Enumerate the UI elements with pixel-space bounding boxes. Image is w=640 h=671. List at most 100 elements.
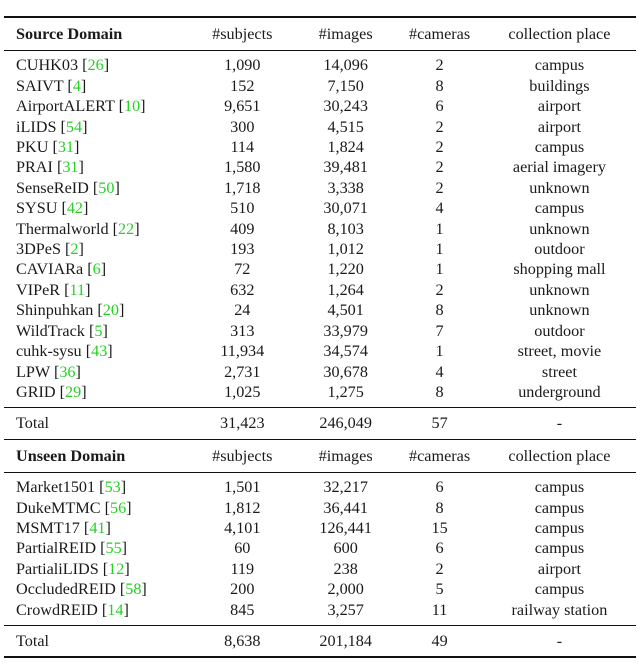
collection-place-cell: campus <box>534 138 585 157</box>
subjects-cell: 313 <box>230 321 255 340</box>
citation-link[interactable]: 55 <box>105 539 121 557</box>
citation-link[interactable]: 31 <box>58 138 74 156</box>
citation-link[interactable]: 53 <box>105 478 121 496</box>
dataset-statistics-table: Source Domain #subjects #images #cameras… <box>4 16 636 659</box>
citation-link[interactable]: 31 <box>62 158 78 176</box>
collection-place-cell: campus <box>534 518 585 537</box>
cameras-cell: 2 <box>435 178 444 197</box>
total-label: Total <box>4 407 190 440</box>
images-cell: 238 <box>333 559 358 578</box>
citation-link[interactable]: 58 <box>125 580 141 598</box>
subjects-cell: 24 <box>234 301 251 320</box>
collection-place-cell: railway station <box>511 600 608 619</box>
subjects-cell: 632 <box>230 280 255 299</box>
cameras-cell: 2 <box>435 138 444 157</box>
dataset-name: iLIDS <box>16 117 57 136</box>
collection-place-cell: underground <box>518 382 601 401</box>
citation-link[interactable]: 29 <box>65 383 81 401</box>
citation-link[interactable]: 20 <box>103 301 119 319</box>
collection-place-cell: campus <box>482 50 636 76</box>
dataset-name: DukeMTMC <box>16 498 101 517</box>
subjects-cell: 2,731 <box>224 362 261 381</box>
citation-link[interactable]: 50 <box>98 179 114 197</box>
citation-link[interactable]: 26 <box>88 56 104 74</box>
source-dataset-row: PRAI [31] 1,580 39,481 2 aerial imagery <box>4 157 636 177</box>
source-dataset-row: WildTrack [5] 313 33,979 7 outdoor <box>4 321 636 341</box>
source-dataset-row: cuhk-sysu [43] 11,934 34,574 1 street, movie <box>4 341 636 361</box>
images-cell: 3,257 <box>327 600 364 619</box>
images-cell: 600 <box>333 539 358 558</box>
subjects-cell: 1,718 <box>224 178 261 197</box>
collection-place-cell: unknown <box>529 178 590 197</box>
collection-place-cell: unknown <box>529 280 590 299</box>
dataset-name: 3DPeS <box>16 240 61 259</box>
citation-link[interactable]: 4 <box>73 77 81 95</box>
subjects-cell: 845 <box>230 600 255 619</box>
citation-link[interactable]: 12 <box>108 560 124 578</box>
images-cell: 14,096 <box>295 50 397 76</box>
subjects-cell: 510 <box>230 199 255 218</box>
images-cell: 4,501 <box>327 301 364 320</box>
collection-place-cell: outdoor <box>534 240 585 259</box>
total-subjects: 31,423 <box>189 407 295 440</box>
citation-link[interactable]: 41 <box>89 519 105 537</box>
dataset-name: OccludedREID <box>16 580 116 599</box>
dataset-name-cell: OccludedREID [58] <box>16 580 147 599</box>
dataset-name-cell: PRAI [31] <box>16 158 84 177</box>
total-cameras: 57 <box>396 407 483 440</box>
dataset-name-cell: PKU [31] <box>16 138 80 157</box>
cameras-header: #cameras <box>396 16 483 51</box>
total-images: 201,184 <box>295 624 397 659</box>
subjects-cell: 72 <box>234 260 251 279</box>
source-dataset-row: SAIVT [4] 152 7,150 8 buildings <box>4 76 636 96</box>
citation-link[interactable]: 36 <box>59 363 75 381</box>
citation-link[interactable]: 22 <box>118 220 134 238</box>
source-dataset-row: VIPeR [11] 632 1,264 2 unknown <box>4 280 636 300</box>
citation-link[interactable]: 42 <box>67 199 83 217</box>
images-cell: 30,071 <box>323 199 368 218</box>
source-dataset-row: SenseReID [50] 1,718 3,338 2 unknown <box>4 178 636 198</box>
citation-link[interactable]: 14 <box>107 601 123 619</box>
images-cell: 36,441 <box>323 498 368 517</box>
citation-link[interactable]: 5 <box>94 322 102 340</box>
citation-link[interactable]: 56 <box>110 499 126 517</box>
subjects-cell: 119 <box>230 559 255 578</box>
subjects-cell: 300 <box>230 117 255 136</box>
cameras-cell: 2 <box>435 158 444 177</box>
citation-link[interactable]: 2 <box>70 240 78 258</box>
source-dataset-row: 3DPeS [2] 193 1,012 1 outdoor <box>4 239 636 259</box>
images-cell: 126,441 <box>319 518 372 537</box>
source-dataset-row: CAVIARa [6] 72 1,220 1 shopping mall <box>4 259 636 279</box>
unseen-dataset-row: PartialiLIDS [12] 119 238 2 airport <box>4 559 636 579</box>
dataset-name: Market1501 <box>16 478 96 497</box>
dataset-name-cell: PartialiLIDS [12] <box>16 559 130 578</box>
collection-place-cell: shopping mall <box>513 260 606 279</box>
unseen-dataset-row: OccludedREID [58] 200 2,000 5 campus <box>4 579 636 599</box>
dataset-name: WildTrack <box>16 321 85 340</box>
cameras-cell: 8 <box>435 301 444 320</box>
citation-link[interactable]: 11 <box>70 281 86 299</box>
source-dataset-row: Thermalworld [22] 409 8,103 1 unknown <box>4 219 636 239</box>
subjects-cell: 11,934 <box>220 342 265 361</box>
cameras-cell: 5 <box>435 580 444 599</box>
subjects-header: #subjects <box>189 438 295 473</box>
subjects-cell: 9,651 <box>224 97 261 116</box>
citation-link[interactable]: 10 <box>124 97 140 115</box>
images-cell: 30,243 <box>323 97 368 116</box>
citation-link[interactable]: 54 <box>66 118 82 136</box>
dataset-name: SenseReID <box>16 178 89 197</box>
dataset-name: SAIVT <box>16 76 64 95</box>
dataset-name: AirportALERT <box>16 97 115 116</box>
unseen-total-row: Total 8,638 201,184 49 - <box>4 624 636 659</box>
dataset-name-cell: DukeMTMC [56] <box>16 498 132 517</box>
unseen-domain-header: Unseen Domain <box>4 438 190 473</box>
unseen-dataset-row: Market1501 [53] 1,501 32,217 6 campus <box>4 472 636 498</box>
citation-link[interactable]: 43 <box>91 342 107 360</box>
source-header-row: Source Domain #subjects #images #cameras… <box>4 16 636 51</box>
source-dataset-row: Shinpuhkan [20] 24 4,501 8 unknown <box>4 300 636 320</box>
dataset-name-cell: Market1501 [53] <box>4 472 190 498</box>
collection-place-cell: campus <box>534 539 585 558</box>
dataset-name-cell: WildTrack [5] <box>16 321 108 340</box>
citation-link[interactable]: 6 <box>93 260 101 278</box>
images-cell: 1,264 <box>327 280 364 299</box>
